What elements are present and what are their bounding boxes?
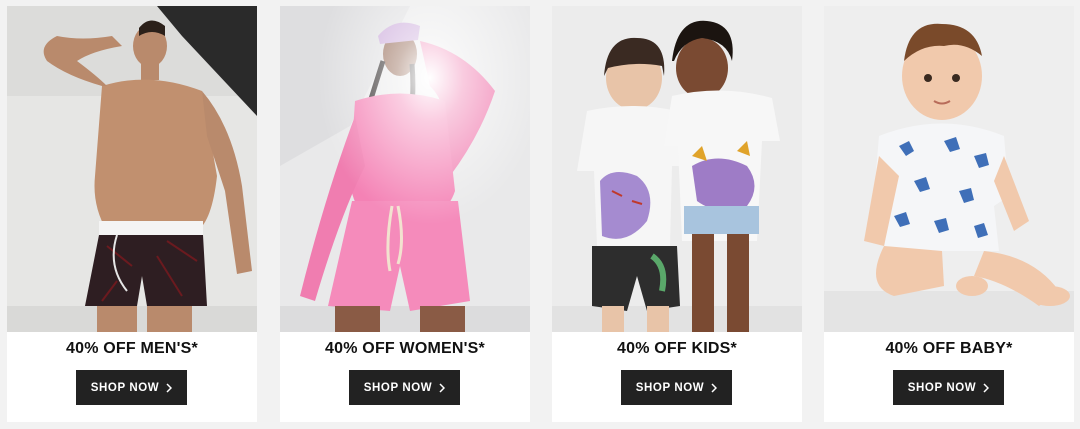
promo-card-kids[interactable]: 40% OFF KIDS* SHOP NOW	[552, 6, 802, 422]
chevron-right-icon	[711, 382, 718, 393]
mens-photo[interactable]	[7, 6, 257, 332]
shop-now-button-mens[interactable]: SHOP NOW	[76, 370, 187, 405]
chevron-right-icon	[166, 382, 173, 393]
promo-title: 40% OFF MEN'S*	[66, 340, 198, 357]
promo-title: 40% OFF WOMEN'S*	[325, 340, 485, 357]
shop-now-label: SHOP NOW	[363, 381, 433, 394]
baby-photo[interactable]	[824, 6, 1074, 332]
promo-title: 40% OFF BABY*	[885, 340, 1013, 357]
chevron-right-icon	[439, 382, 446, 393]
shop-now-button-womens[interactable]: SHOP NOW	[349, 370, 460, 405]
shop-now-button-kids[interactable]: SHOP NOW	[621, 370, 732, 405]
shop-now-button-baby[interactable]: SHOP NOW	[893, 370, 1004, 405]
kids-photo[interactable]	[552, 6, 802, 332]
shop-now-label: SHOP NOW	[90, 381, 160, 394]
promo-card-baby[interactable]: 40% OFF BABY* SHOP NOW	[824, 6, 1074, 422]
promo-grid: 40% OFF MEN'S* SHOP NOW 40% OFF WOMEN'S*…	[0, 0, 1080, 429]
promo-card-mens[interactable]: 40% OFF MEN'S* SHOP NOW	[7, 6, 257, 422]
promo-card-womens[interactable]: 40% OFF WOMEN'S* SHOP NOW	[280, 6, 530, 422]
shop-now-label: SHOP NOW	[635, 381, 705, 394]
womens-photo[interactable]	[280, 6, 530, 332]
promo-title: 40% OFF KIDS*	[617, 340, 737, 357]
shop-now-label: SHOP NOW	[907, 381, 977, 394]
chevron-right-icon	[983, 382, 990, 393]
